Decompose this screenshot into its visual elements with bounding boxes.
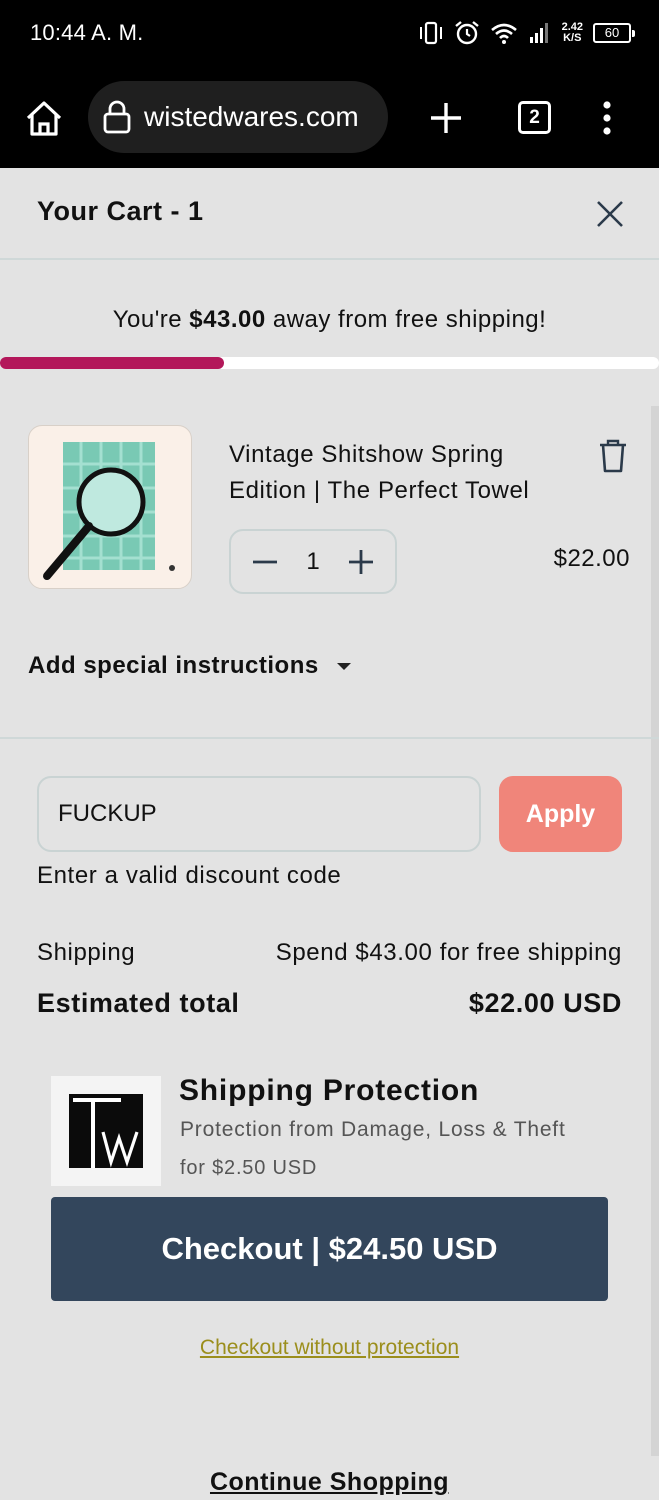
apply-button[interactable]: Apply [499,776,622,852]
shipping-label: Shipping [37,939,136,966]
cart-title: Your Cart - 1 [37,196,204,226]
tw-logo-icon [69,1094,143,1168]
vibrate-icon [419,21,442,45]
checkout-button[interactable]: Checkout | $24.50 USD [51,1197,608,1301]
checkout-without-protection-link[interactable]: Checkout without protection [0,1336,659,1360]
shipping-protection-description: Protection from Damage, Loss & Theft [180,1118,566,1141]
trash-icon[interactable] [597,438,629,474]
status-icons: 2.42 K/S 60 [418,18,635,48]
lock-icon [103,100,131,134]
shipping-protection-title: Shipping Protection [179,1074,480,1107]
battery-indicator: 60 [593,23,635,43]
plus-icon[interactable] [347,548,375,576]
product-name[interactable]: Vintage Shitshow Spring Edition | The Pe… [229,437,579,509]
home-icon[interactable] [22,98,66,138]
free-shipping-progress [0,357,659,369]
shipping-protection-logo [51,1076,161,1186]
overflow-menu-icon[interactable] [596,100,618,136]
new-tab-plus-icon[interactable] [428,100,464,136]
product-price: $22.00 [553,545,630,572]
estimated-total-label: Estimated total [37,988,240,1018]
free-shipping-amount: $43.00 [189,306,266,333]
towel-product-image [43,442,175,580]
special-instructions-toggle[interactable]: Add special instructions [28,652,351,680]
quantity-stepper: 1 [229,529,397,594]
estimated-total-value: $22.00 USD [468,988,622,1018]
minus-icon[interactable] [251,548,279,576]
status-time: 10:44 A. M. [30,20,144,45]
quantity-value[interactable]: 1 [306,548,319,576]
signal-icon [529,23,548,43]
discount-code-input[interactable]: FUCKUP [37,776,481,852]
divider [0,737,659,739]
caret-down-icon [336,662,351,670]
shipping-protection-price: for $2.50 USD [180,1157,318,1179]
url-text: wistedwares.com [144,101,359,132]
shipping-value: Spend $43.00 for free shipping [275,939,622,966]
cart-header: Your Cart - 1 [0,168,659,260]
wifi-icon [490,23,517,44]
discount-error-message: Enter a valid discount code [37,862,342,889]
status-bar: 10:44 A. M. 2.42 K/S 60 [0,0,659,66]
product-thumbnail[interactable] [28,425,192,589]
address-bar[interactable]: wistedwares.com [88,81,388,153]
scrollbar[interactable] [651,406,659,1456]
alarm-icon [454,21,479,45]
free-shipping-message: You're $43.00 away from free shipping! [112,306,547,333]
browser-toolbar: wistedwares.com 2 [0,66,659,168]
continue-shopping-link[interactable]: Continue Shopping [0,1468,659,1497]
close-icon[interactable] [592,196,628,232]
tab-switcher-button[interactable]: 2 [518,101,551,134]
network-speed: 2.42 K/S [561,21,583,44]
progress-fill [0,357,225,369]
